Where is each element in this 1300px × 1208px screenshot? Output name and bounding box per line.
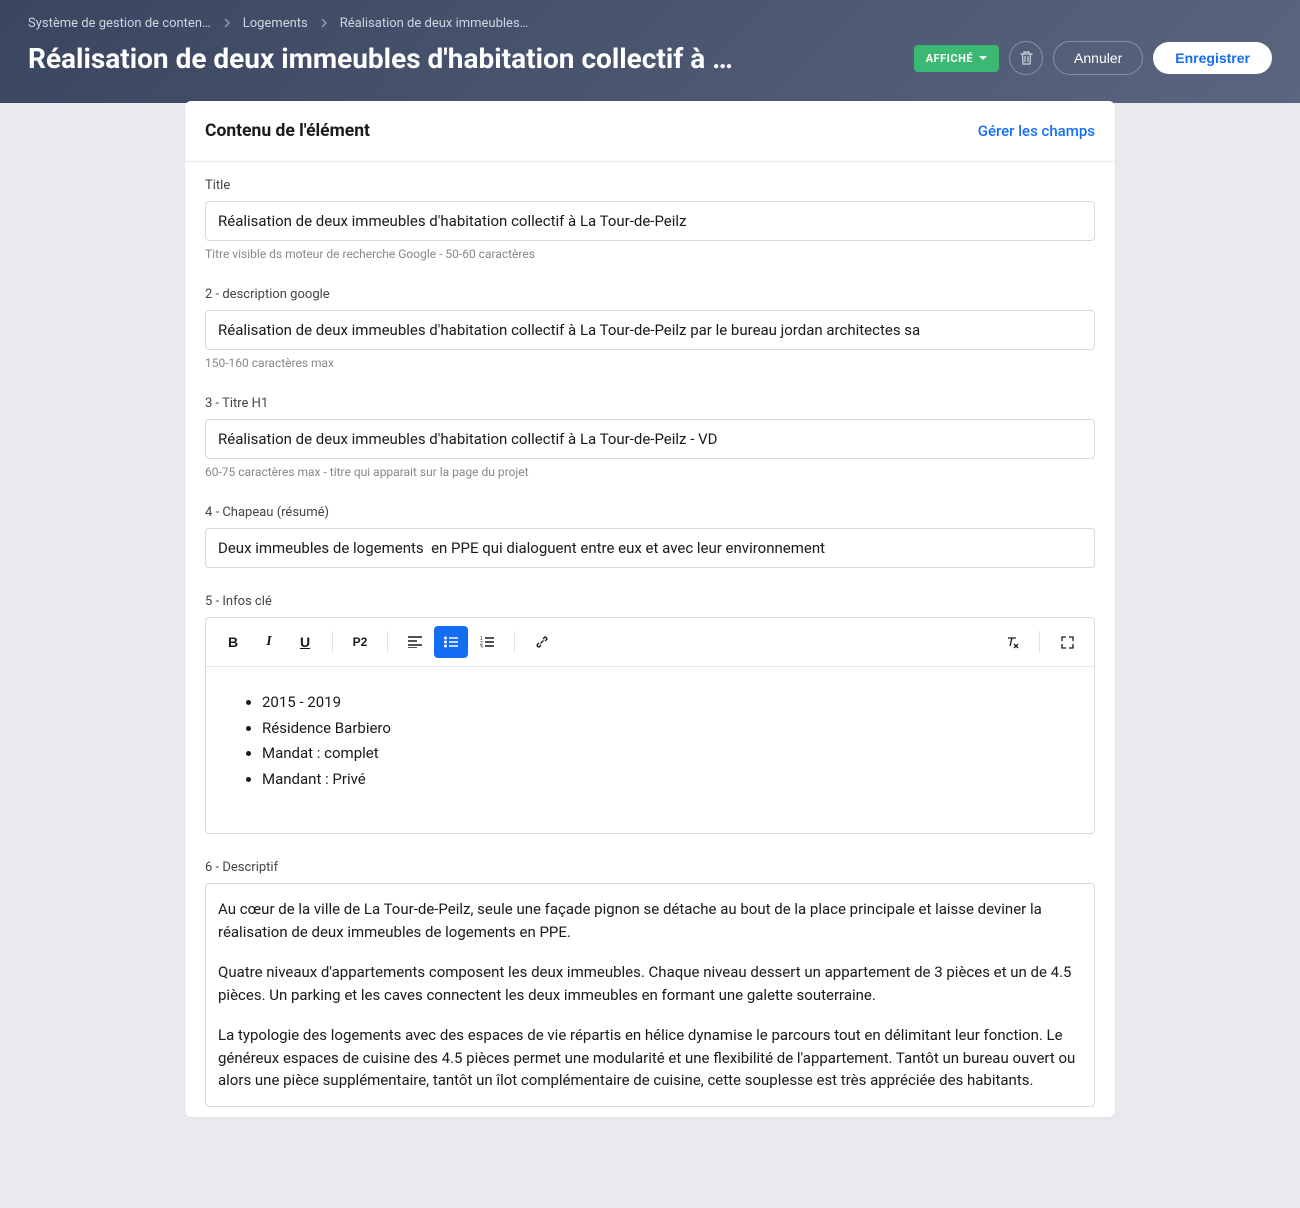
rich-editor-infos: B I U P2 123	[205, 617, 1095, 834]
p2-icon: P2	[353, 635, 368, 649]
field-desc-google: 2 - description google 150-160 caractère…	[185, 271, 1115, 380]
bold-icon: B	[228, 634, 238, 650]
header-actions: AFFICHÉ Annuler Enregistrer	[914, 41, 1272, 75]
editor-content-infos[interactable]: 2015 - 2019 Résidence Barbiero Mandat : …	[206, 667, 1094, 833]
italic-icon: I	[266, 634, 271, 650]
chapeau-input[interactable]	[205, 528, 1095, 568]
chevron-down-icon	[979, 56, 987, 60]
card-title: Contenu de l'élément	[205, 121, 370, 141]
field-helper-h1: 60-75 caractères max - titre qui apparai…	[205, 465, 1095, 479]
field-label-desc: 2 - description google	[205, 287, 1095, 302]
h1-input[interactable]	[205, 419, 1095, 459]
breadcrumb-current: Réalisation de deux immeubles…	[340, 16, 529, 31]
clear-format-icon	[1005, 635, 1019, 649]
field-descriptif: 6 - Descriptif Au cœur de la ville de La…	[185, 844, 1115, 1117]
info-list-item: Résidence Barbiero	[262, 717, 1074, 740]
breadcrumb-cms[interactable]: Système de gestion de conten…	[28, 16, 211, 31]
descriptif-paragraph: Au cœur de la ville de La Tour-de-Peilz,…	[218, 898, 1082, 943]
underline-button[interactable]: U	[288, 626, 322, 658]
delete-button[interactable]	[1009, 41, 1043, 75]
header: Système de gestion de conten… Logements …	[0, 0, 1300, 103]
align-left-icon	[408, 636, 422, 648]
align-button[interactable]	[398, 626, 432, 658]
toolbar-divider	[387, 631, 388, 653]
desc-google-input[interactable]	[205, 310, 1095, 350]
svg-text:3: 3	[480, 645, 483, 648]
field-label-title: Title	[205, 178, 1095, 193]
expand-icon	[1061, 636, 1074, 649]
card-header: Contenu de l'élément Gérer les champs	[185, 101, 1115, 162]
link-button[interactable]	[525, 626, 559, 658]
field-label-h1: 3 - Titre H1	[205, 396, 1095, 411]
ordered-list-icon: 123	[480, 636, 494, 648]
bold-button[interactable]: B	[216, 626, 250, 658]
field-helper-title: Titre visible ds moteur de recherche Goo…	[205, 247, 1095, 261]
bullet-list-icon	[444, 636, 458, 648]
field-chapeau: 4 - Chapeau (résumé)	[185, 489, 1115, 578]
bullet-list-button[interactable]	[434, 626, 468, 658]
field-infos: 5 - Infos clé B I U P2 123	[185, 578, 1115, 844]
descriptif-paragraph: Quatre niveaux d'appartements composent …	[218, 961, 1082, 1006]
editor-toolbar: B I U P2 123	[206, 618, 1094, 667]
chevron-right-icon	[223, 17, 231, 31]
breadcrumb-logements[interactable]: Logements	[243, 16, 308, 31]
link-icon	[535, 635, 549, 649]
save-button[interactable]: Enregistrer	[1153, 42, 1272, 74]
status-label: AFFICHÉ	[926, 52, 973, 65]
toolbar-divider	[332, 631, 333, 653]
rich-editor-descriptif: Au cœur de la ville de La Tour-de-Peilz,…	[205, 883, 1095, 1107]
toolbar-divider	[514, 631, 515, 653]
field-label-infos: 5 - Infos clé	[205, 594, 1095, 609]
field-label-chapeau: 4 - Chapeau (résumé)	[205, 505, 1095, 520]
field-label-descriptif: 6 - Descriptif	[205, 860, 1095, 875]
field-h1: 3 - Titre H1 60-75 caractères max - titr…	[185, 380, 1115, 489]
italic-button[interactable]: I	[252, 626, 286, 658]
breadcrumb: Système de gestion de conten… Logements …	[28, 16, 1272, 31]
content-card: Contenu de l'élément Gérer les champs Ti…	[185, 101, 1115, 1117]
info-list-item: Mandant : Privé	[262, 768, 1074, 791]
descriptif-paragraph: La typologie des logements avec des espa…	[218, 1024, 1082, 1092]
descriptif-content[interactable]: Au cœur de la ville de La Tour-de-Peilz,…	[206, 884, 1094, 1106]
clear-format-button[interactable]	[995, 626, 1029, 658]
underline-icon: U	[300, 634, 310, 650]
info-list-item: 2015 - 2019	[262, 691, 1074, 714]
trash-icon	[1019, 50, 1034, 66]
toolbar-divider	[1039, 631, 1040, 653]
info-list: 2015 - 2019 Résidence Barbiero Mandat : …	[226, 691, 1074, 790]
status-badge[interactable]: AFFICHÉ	[914, 45, 999, 72]
field-helper-desc: 150-160 caractères max	[205, 356, 1095, 370]
info-list-item: Mandat : complet	[262, 742, 1074, 765]
page-title: Réalisation de deux immeubles d'habitati…	[28, 42, 748, 75]
heading-button[interactable]: P2	[343, 626, 377, 658]
field-title: Title Titre visible ds moteur de recherc…	[185, 162, 1115, 271]
expand-button[interactable]	[1050, 626, 1084, 658]
manage-fields-link[interactable]: Gérer les champs	[978, 122, 1095, 140]
chevron-right-icon	[320, 17, 328, 31]
ordered-list-button[interactable]: 123	[470, 626, 504, 658]
cancel-button[interactable]: Annuler	[1053, 41, 1143, 75]
header-row: Réalisation de deux immeubles d'habitati…	[28, 41, 1272, 75]
title-input[interactable]	[205, 201, 1095, 241]
